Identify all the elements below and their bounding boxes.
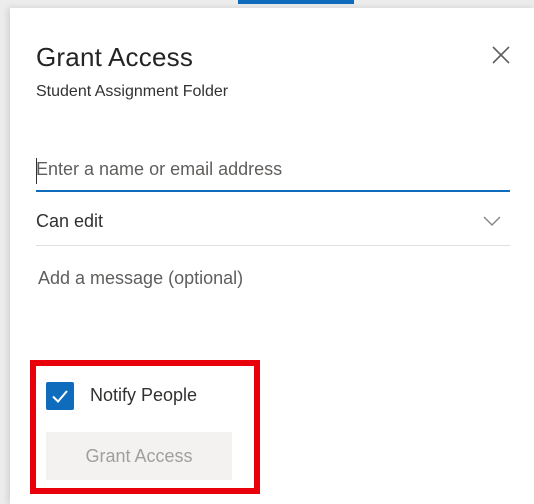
chevron-down-icon xyxy=(483,216,501,227)
text-caret xyxy=(36,158,37,184)
recipient-input[interactable] xyxy=(36,148,510,192)
close-icon xyxy=(492,46,510,64)
grant-access-panel: Grant Access Student Assignment Folder C… xyxy=(10,8,534,504)
active-tab-indicator xyxy=(238,0,354,4)
message-field[interactable] xyxy=(36,258,510,318)
dialog-subtitle: Student Assignment Folder xyxy=(36,83,229,100)
permission-selected-value: Can edit xyxy=(36,211,104,231)
dialog-title: Grant Access xyxy=(36,42,194,72)
annotation-highlight-box xyxy=(30,360,260,494)
permission-dropdown[interactable]: Can edit xyxy=(36,198,510,246)
close-button[interactable] xyxy=(486,40,516,70)
